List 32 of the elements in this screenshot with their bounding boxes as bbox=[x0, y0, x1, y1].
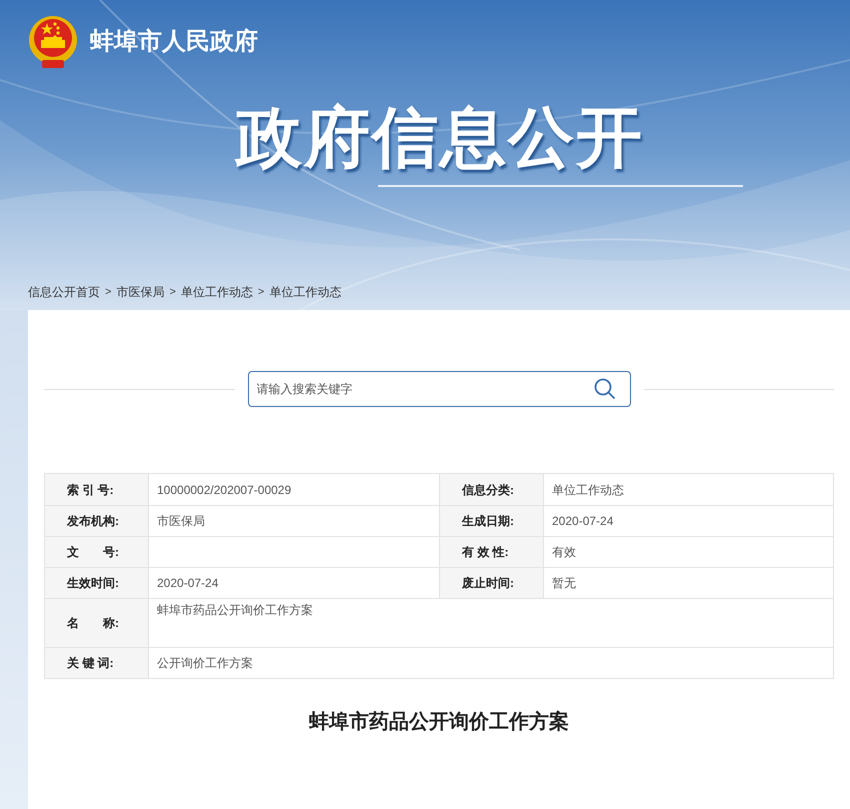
table-label: 废止时间: bbox=[440, 568, 544, 598]
breadcrumb-separator: > bbox=[258, 284, 264, 300]
table-label: 文 号: bbox=[45, 537, 149, 567]
site-title: 蚌埠市人民政府 bbox=[90, 27, 258, 57]
emblem-icon bbox=[28, 13, 78, 71]
table-label: 生成日期: bbox=[440, 506, 544, 536]
search-icon[interactable] bbox=[594, 378, 616, 400]
search-field[interactable]: 请输入搜索关键字 bbox=[248, 371, 630, 407]
breadcrumb-separator: > bbox=[105, 284, 112, 300]
table-value: 单位工作动态 bbox=[552, 482, 624, 498]
table-value: 10000002/202007-00029 bbox=[157, 482, 292, 498]
breadcrumb-link[interactable]: 市医保局 bbox=[116, 283, 164, 301]
banner-title: 政府信息公开 bbox=[236, 99, 644, 176]
table-label: 有 效 性: bbox=[440, 537, 544, 567]
table-label: 发布机构: bbox=[45, 506, 149, 536]
table-value: 蚌埠市药品公开询价工作方案 bbox=[157, 602, 313, 619]
article-title: 蚌埠市药品公开询价工作方案 bbox=[308, 709, 570, 735]
table-value: 2020-07-24 bbox=[157, 575, 218, 592]
table-label: 索 引 号: bbox=[45, 474, 149, 505]
table-value: 暂无 bbox=[552, 575, 576, 592]
table-label: 名 称: bbox=[45, 599, 149, 647]
table-value: 公开询价工作方案 bbox=[157, 655, 253, 672]
table-label: 信息分类: bbox=[440, 474, 544, 505]
table-label: 生效时间: bbox=[45, 568, 149, 598]
table-value: 市医保局 bbox=[157, 513, 205, 530]
breadcrumb-link[interactable]: 单位工作动态 bbox=[180, 283, 253, 301]
table-value: 有效 bbox=[552, 544, 576, 561]
table-value: 2020-07-24 bbox=[552, 513, 614, 530]
breadcrumb-link[interactable]: 信息公开首页 bbox=[28, 283, 100, 301]
breadcrumb-separator: > bbox=[169, 284, 176, 300]
table-label: 关 键 词: bbox=[45, 648, 149, 678]
breadcrumb-link[interactable]: 单位工作动态 bbox=[269, 283, 342, 301]
